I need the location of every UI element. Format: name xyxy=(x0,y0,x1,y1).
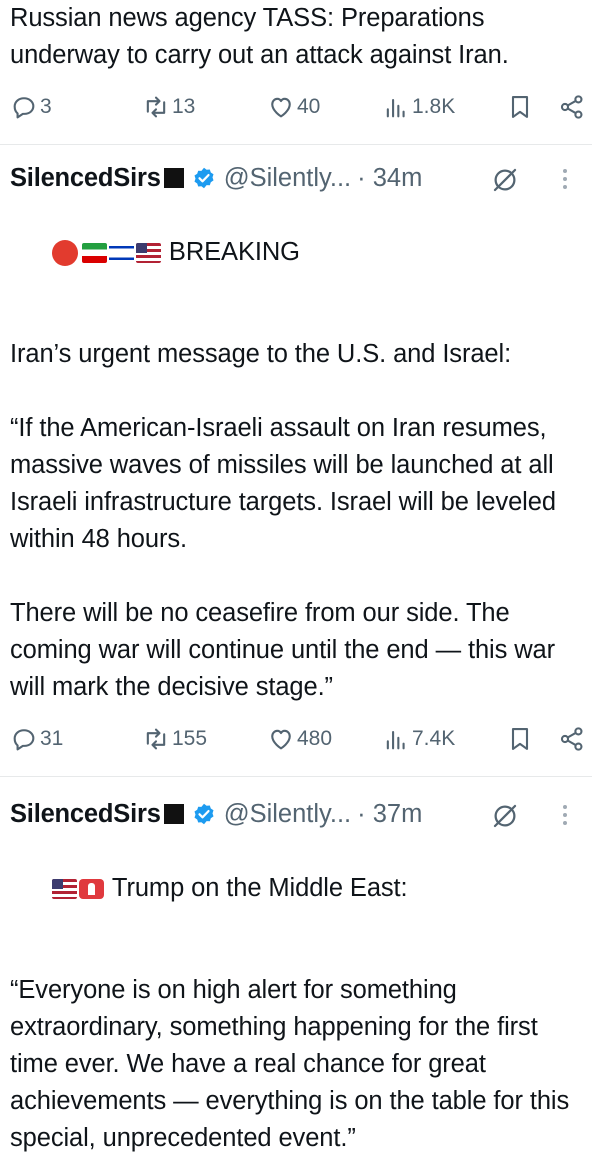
tweet-text: Russian news agency TASS: Preparations u… xyxy=(10,4,509,69)
reply-count: 31 xyxy=(40,727,64,750)
us-flag-icon xyxy=(135,243,161,264)
flag-emojis xyxy=(81,243,163,264)
us-flag-icon xyxy=(51,879,77,900)
share-icon[interactable] xyxy=(558,725,586,753)
reply-count: 3 xyxy=(40,95,52,118)
divider xyxy=(0,144,592,145)
repost-count: 13 xyxy=(172,95,196,118)
like-button[interactable]: 40 xyxy=(267,92,320,122)
heart-icon xyxy=(271,97,291,118)
tweet-header: SilencedSirs @Silently... · 34m xyxy=(10,153,582,203)
flag-emojis xyxy=(51,879,106,900)
timestamp[interactable]: · 37m xyxy=(357,800,422,829)
views-icon xyxy=(386,730,405,750)
timestamp[interactable]: · 34m xyxy=(357,164,422,193)
heart-icon xyxy=(271,729,291,750)
headline: Trump on the Middle East: xyxy=(111,874,408,902)
like-count: 480 xyxy=(297,727,333,750)
iran-flag-icon xyxy=(81,243,107,264)
tweet-headline-line: BREAKING xyxy=(10,197,582,308)
repost-icon xyxy=(146,96,166,118)
like-count: 40 xyxy=(297,95,321,118)
share-icon[interactable] xyxy=(558,93,586,121)
views-button[interactable]: 7.4K xyxy=(382,724,455,754)
reply-button[interactable]: 3 xyxy=(10,92,52,122)
like-button[interactable]: 480 xyxy=(267,724,332,754)
reply-icon xyxy=(13,729,35,751)
tweet-text: “Everyone is on high alert for something… xyxy=(10,976,577,1152)
verified-badge-icon xyxy=(194,167,214,189)
black-square-emoji xyxy=(163,804,184,824)
repost-icon xyxy=(146,728,166,750)
more-options-icon[interactable] xyxy=(562,803,568,827)
bookmark-icon[interactable] xyxy=(506,725,534,753)
verified-badge-icon xyxy=(194,803,214,825)
bookmark-icon[interactable] xyxy=(506,93,534,121)
israel-flag-icon xyxy=(108,243,134,264)
view-count: 1.8K xyxy=(412,95,456,118)
display-name[interactable]: SilencedSirs xyxy=(10,800,161,829)
reply-button[interactable]: 31 xyxy=(10,724,63,754)
views-button[interactable]: 1.8K xyxy=(382,92,455,122)
tweet-actions: 3 13 40 1.8K xyxy=(10,74,583,136)
grok-icon[interactable] xyxy=(490,801,520,831)
tweet-header: SilencedSirs @Silently... · 37m xyxy=(10,789,582,839)
grok-icon[interactable] xyxy=(490,165,520,195)
more-options-icon[interactable] xyxy=(562,167,568,191)
divider xyxy=(0,776,592,777)
tweet-actions: 31 155 480 7.4K xyxy=(10,706,583,772)
tweet-text: Iran’s urgent message to the U.S. and Is… xyxy=(10,340,556,701)
reply-icon xyxy=(13,97,35,119)
tweet-trump-middle-east[interactable]: SilencedSirs @Silently... · 37m Trump on… xyxy=(0,789,592,1157)
timeline-feed: Russian news agency TASS: Preparations u… xyxy=(0,0,592,1157)
repost-button[interactable]: 155 xyxy=(142,724,207,754)
repost-button[interactable]: 13 xyxy=(142,92,195,122)
handle[interactable]: @Silently... xyxy=(224,800,351,829)
red-circle-emoji xyxy=(51,240,78,267)
display-name[interactable]: SilencedSirs xyxy=(10,164,161,193)
black-square-emoji xyxy=(163,168,184,188)
views-icon xyxy=(386,98,405,118)
handle[interactable]: @Silently... xyxy=(224,164,351,193)
repost-count: 155 xyxy=(172,727,208,750)
tweet-tass[interactable]: Russian news agency TASS: Preparations u… xyxy=(0,0,592,136)
tweet-iran-message[interactable]: SilencedSirs @Silently... · 34m BREAKING… xyxy=(0,153,592,772)
headline: BREAKING xyxy=(168,238,300,266)
siren-icon xyxy=(78,879,104,900)
tweet-headline-line: Trump on the Middle East: xyxy=(10,833,582,944)
view-count: 7.4K xyxy=(412,727,456,750)
